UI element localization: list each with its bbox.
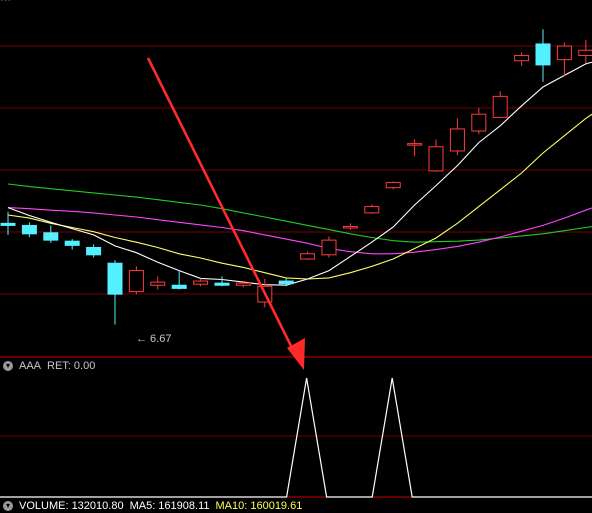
chevron-down-icon[interactable]: ▾ — [3, 361, 13, 372]
volume-ma10: MA10: 160019.61 — [215, 500, 303, 512]
top-ma-legend: ··· — [0, 0, 17, 7]
indicator-header: ▾ AAA RET: 0.00 — [0, 359, 101, 373]
candle-up — [471, 113, 487, 132]
low-price-label: ← 6.67 — [136, 333, 172, 345]
candle-down — [0, 222, 16, 226]
candle-up — [342, 225, 358, 229]
candle-down — [278, 280, 294, 285]
indicator-name: AAA — [19, 360, 42, 372]
volume-header: ▾ VOLUME: 132010.80 MA5: 161908.11 MA10: 16… — [0, 499, 308, 513]
candle-up — [321, 239, 337, 256]
stock-chart[interactable] — [0, 0, 592, 510]
candle-up — [150, 281, 166, 286]
candle-down — [171, 284, 187, 289]
candle-up — [385, 181, 401, 189]
candle-up — [407, 143, 423, 146]
candle-up — [514, 54, 530, 62]
volume-value: VOLUME: 132010.80 — [19, 500, 124, 512]
candle-down — [64, 240, 80, 246]
candle-up — [449, 128, 465, 152]
arrow-shaft — [146, 57, 298, 357]
candle-down — [214, 282, 230, 286]
candle-up — [556, 45, 572, 61]
volume-ma5: MA5: 161908.11 — [129, 500, 210, 512]
candle-down — [107, 262, 123, 295]
candle-up — [364, 206, 380, 214]
candlestick-series — [0, 29, 592, 325]
candle-up — [193, 280, 209, 285]
indicator-ret: RET: 0.00 — [47, 360, 96, 372]
ma20-line — [7, 207, 592, 255]
candle-up — [428, 146, 444, 172]
candle-up — [235, 282, 251, 286]
candle-down — [535, 43, 551, 66]
indicator-panel — [0, 377, 592, 498]
candle-up — [300, 253, 316, 260]
candle-up — [578, 49, 592, 56]
candle-down — [43, 232, 59, 241]
candle-up — [128, 270, 144, 293]
top-bar-text: ··· — [0, 0, 11, 6]
candle-down — [86, 246, 102, 256]
indicator-line — [0, 377, 592, 498]
annotation-arrow — [146, 57, 305, 370]
candle-up — [492, 95, 508, 118]
candle-down — [21, 224, 37, 235]
